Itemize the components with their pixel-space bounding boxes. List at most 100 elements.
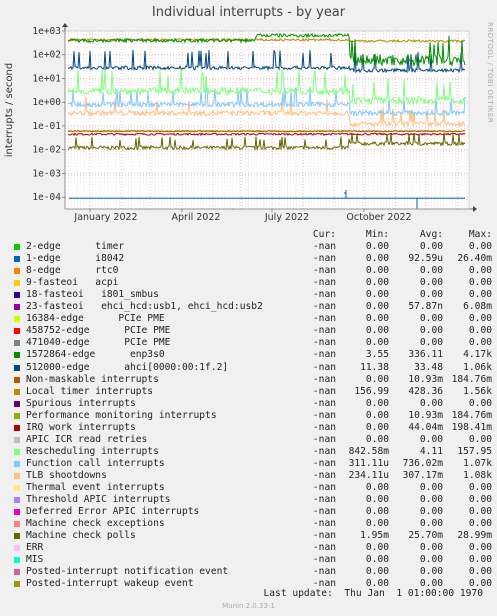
legend-value-min: 3.55 xyxy=(365,349,389,361)
legend-value-max: 0.00 xyxy=(468,337,492,349)
legend-value-avg: 0.00 xyxy=(419,554,443,566)
legend-series-name: IRQ work interrupts xyxy=(26,421,136,433)
legend-value-cur: -nan xyxy=(312,554,336,566)
legend-value-max: 0.00 xyxy=(468,554,492,566)
legend-value-cur: -nan xyxy=(312,481,336,493)
legend-value-avg: 10.93m xyxy=(408,409,443,421)
legend-value-max: 0.00 xyxy=(468,566,492,578)
legend-swatch xyxy=(14,533,20,540)
legend-value-avg: 736.02m xyxy=(402,457,443,469)
legend-header: Cur: Min: Avg: Max: xyxy=(14,229,494,241)
legend-value-cur: -nan xyxy=(312,253,336,265)
legend-value-min: 0.00 xyxy=(365,265,389,277)
legend-value-max: 1.56k xyxy=(463,385,492,397)
legend-swatch xyxy=(14,460,20,467)
legend-value-avg: 0.00 xyxy=(419,542,443,554)
legend-value-min: 0.00 xyxy=(365,337,389,349)
legend-swatch xyxy=(14,484,20,491)
legend-swatch xyxy=(14,328,20,335)
legend-value-max: 0.00 xyxy=(468,265,492,277)
legend-series-name: 8-edge rtc0 xyxy=(26,265,119,277)
legend-value-min: 0.00 xyxy=(365,325,389,337)
last-update: Last update: Thu Jan 1 01:00:00 1970 xyxy=(263,588,484,599)
legend-series-name: Spurious interrupts xyxy=(26,397,136,409)
legend-value-max: 184.76m xyxy=(451,409,492,421)
legend-swatch xyxy=(14,244,20,251)
legend-value-avg: 0.00 xyxy=(419,494,443,506)
legend-series-name: 9-fasteoi acpi xyxy=(26,277,119,289)
legend-value-avg: 0.00 xyxy=(419,265,443,277)
legend-series-name: 1572864-edge enp3s0 xyxy=(26,349,165,361)
legend-value-min: 0.00 xyxy=(365,313,389,325)
legend-row: Non-maskable interrupts -nan 0.00 10.93m 184… xyxy=(14,374,494,386)
legend-row: Deferred Error APIC interrupts -nan 0.00 0.… xyxy=(14,506,494,518)
legend-series-name: ERR xyxy=(26,542,44,554)
legend-swatch xyxy=(14,280,20,287)
legend-swatch xyxy=(14,569,20,576)
legend-series-name: Rescheduling interrupts xyxy=(26,445,159,457)
legend-value-avg: 0.00 xyxy=(419,506,443,518)
legend-value-cur: -nan xyxy=(312,277,336,289)
legend-value-avg: 428.36 xyxy=(408,385,443,397)
legend-value-cur: -nan xyxy=(312,265,336,277)
legend-value-max: 0.00 xyxy=(468,313,492,325)
y-tick-label: 1e+03 xyxy=(32,26,61,37)
legend-series-name: 512000-edge ahci[0000:00:1f.2] xyxy=(26,361,229,373)
chart-plot: 1e+03 1e+02 1e+01 1e+00 1e-01 1e-02 1e-03 1e-04… xyxy=(4,23,477,223)
legend-series-name: Non-maskable interrupts xyxy=(26,373,159,385)
legend-series-name: Machine check exceptions xyxy=(26,518,165,530)
legend-value-avg: 0.00 xyxy=(419,337,443,349)
legend-value-min: 0.00 xyxy=(365,506,389,518)
legend-series-name: Machine check polls xyxy=(26,530,136,542)
legend-series-name: 458752-edge PCIe PME xyxy=(26,325,171,337)
legend-swatch xyxy=(14,400,20,407)
legend-series-name: 23-fasteoi ehci_hcd:usb1, ehci_hcd:usb2 xyxy=(26,301,263,313)
legend-value-avg: 336.11 xyxy=(408,349,443,361)
legend-value-min: 0.00 xyxy=(365,241,389,253)
legend-value-avg: 25.70m xyxy=(408,530,443,542)
y-axis-arrow xyxy=(62,23,68,27)
legend-row: Machine check polls -nan 1.95m 25.70m 28.99m xyxy=(14,530,494,542)
legend-value-max: 0.00 xyxy=(468,241,492,253)
legend-value-cur: -nan xyxy=(312,433,336,445)
legend-series-name: Performance monitoring interrupts xyxy=(26,409,217,421)
x-tick-label: July 2022 xyxy=(264,212,309,223)
legend-value-cur: -nan xyxy=(312,385,336,397)
legend-value-avg: 33.48 xyxy=(414,361,443,373)
legend-row: Machine check exceptions -nan 0.00 0.00 0.00 xyxy=(14,518,494,530)
legend-series-name: TLB shootdowns xyxy=(26,469,107,481)
legend-swatch xyxy=(14,521,20,528)
legend-value-avg: 0.00 xyxy=(419,481,443,493)
legend-value-max: 0.00 xyxy=(468,433,492,445)
legend-value-cur: -nan xyxy=(312,530,336,542)
legend-value-cur: -nan xyxy=(312,325,336,337)
legend-row: Rescheduling interrupts -nan 842.58m 4.11 15… xyxy=(14,446,494,458)
legend-row: TLB shootdowns -nan 234.11u 307.17m 1.08k xyxy=(14,470,494,482)
legend-row: 23-fasteoi ehci_hcd:usb1, ehci_hcd:usb2 -… xyxy=(14,301,494,313)
legend-value-max: 4.17k xyxy=(463,349,492,361)
legend-swatch xyxy=(14,581,20,588)
legend-row: 458752-edge PCIe PME -nan 0.00 0.00 0.00 xyxy=(14,325,494,337)
legend-series-name: 18-fasteoi i801_smbus xyxy=(26,289,159,301)
legend-row: Threshold APIC interrupts -nan 0.00 0.00 0.0… xyxy=(14,494,494,506)
y-tick-label: 1e+00 xyxy=(32,97,61,108)
legend-swatch xyxy=(14,376,20,383)
legend-swatch xyxy=(14,497,20,504)
legend-value-max: 0.00 xyxy=(468,277,492,289)
legend-series-name: 1-edge i8042 xyxy=(26,253,125,265)
legend-row: 512000-edge ahci[0000:00:1f.2] -nan 11.38 3… xyxy=(14,362,494,374)
legend-value-max: 0.00 xyxy=(468,481,492,493)
legend-value-min: 842.58m xyxy=(348,445,389,457)
legend-value-max: 198.41m xyxy=(451,421,492,433)
legend-value-min: 0.00 xyxy=(365,481,389,493)
legend-value-min: 156.99 xyxy=(354,385,389,397)
legend-row: MIS -nan 0.00 0.00 0.00 xyxy=(14,554,494,566)
legend-value-max: 28.99m xyxy=(457,530,492,542)
legend-swatch xyxy=(14,292,20,299)
legend-swatch xyxy=(14,256,20,263)
legend-value-max: 0.00 xyxy=(468,494,492,506)
legend-row: Spurious interrupts -nan 0.00 0.00 0.00 xyxy=(14,398,494,410)
legend-value-max: 6.08m xyxy=(463,301,492,313)
x-tick-label: January 2022 xyxy=(73,212,137,223)
legend-value-cur: -nan xyxy=(312,542,336,554)
